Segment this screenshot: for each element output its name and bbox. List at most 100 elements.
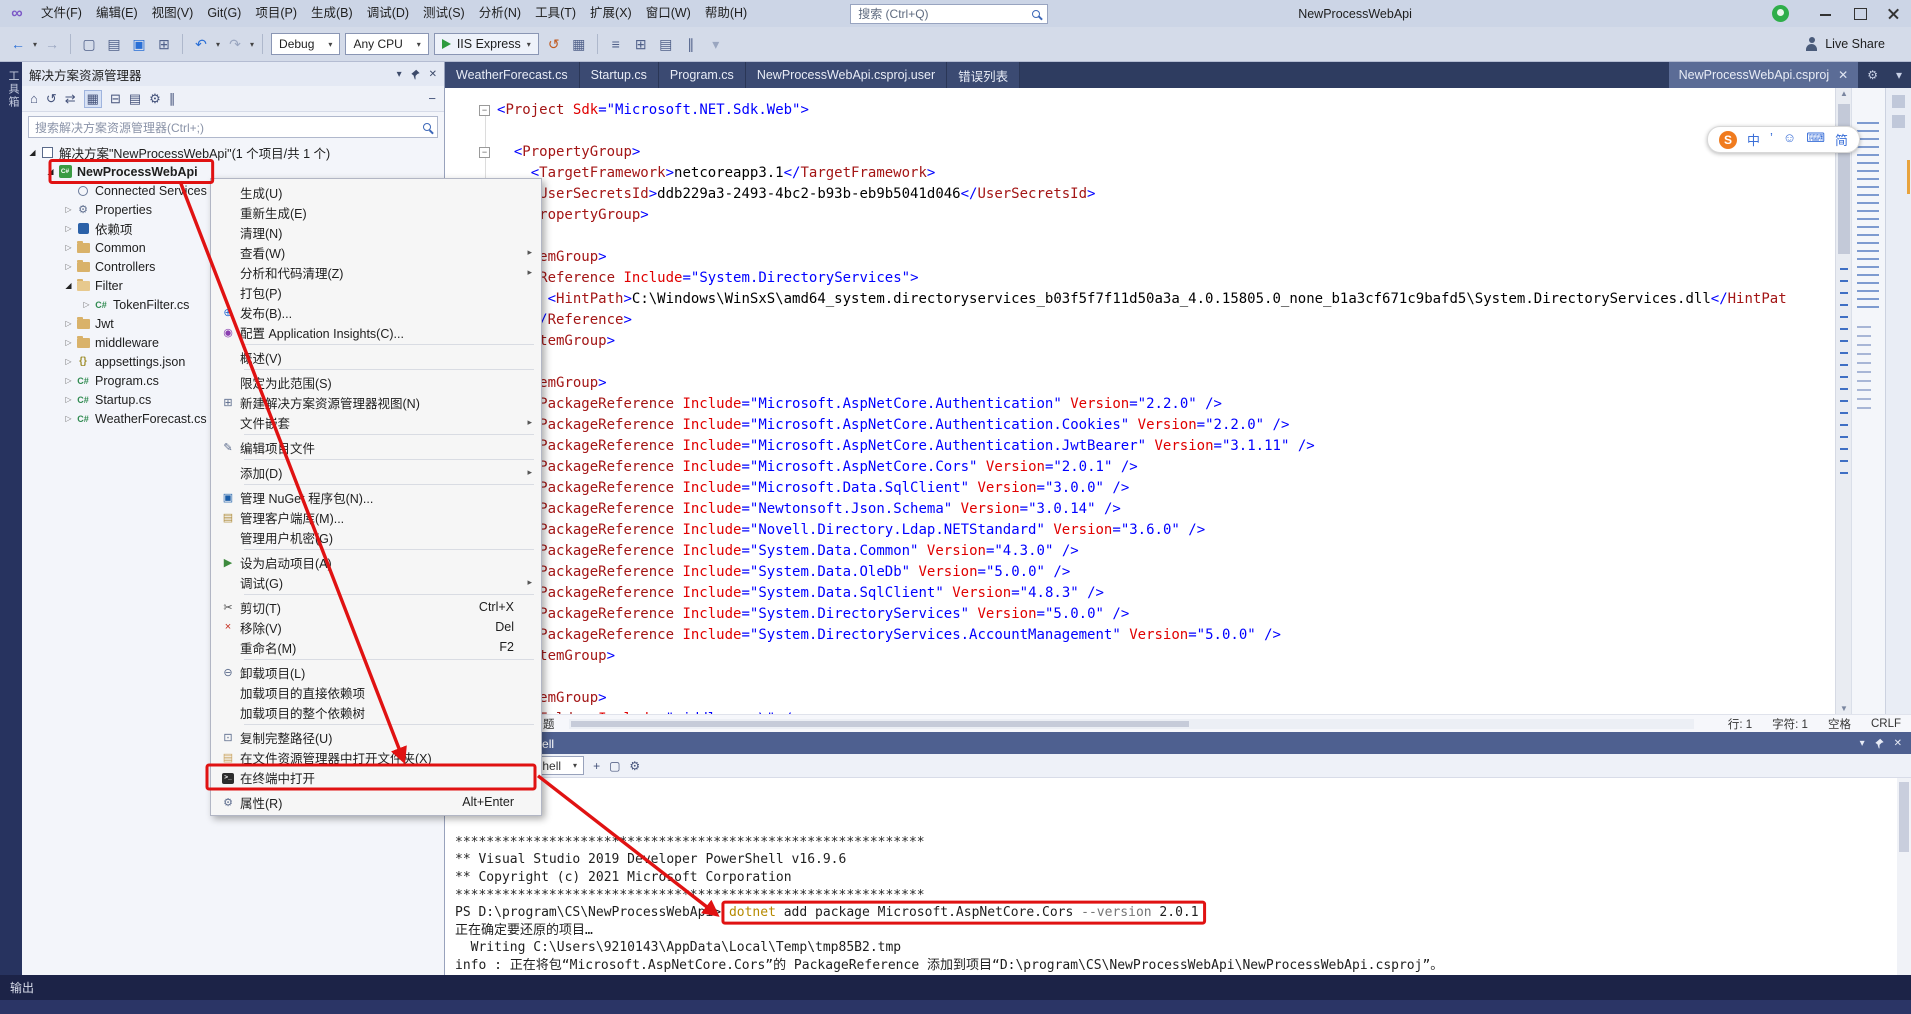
expander-icon[interactable]: ▷ xyxy=(62,338,75,347)
close-panel-icon[interactable]: ✕ xyxy=(429,69,437,80)
window-position-icon[interactable]: ▾ xyxy=(397,69,402,80)
expander-icon[interactable]: ▷ xyxy=(62,414,75,423)
collapse-box-icon[interactable]: − xyxy=(479,147,490,158)
scroll-down-icon[interactable]: ▼ xyxy=(1836,704,1852,713)
ime-toolbar[interactable]: S 中 ’ ☺ ⌨ 简 xyxy=(1707,126,1860,153)
menubar-item[interactable]: 项目(P) xyxy=(248,0,304,27)
document-minimap[interactable] xyxy=(1851,88,1885,714)
context-menu-item[interactable]: ⚙ 属性(R) Alt+Enter xyxy=(212,792,540,812)
quick-search-box[interactable]: 搜索 (Ctrl+Q) xyxy=(850,3,1049,24)
editor-horizontal-scrollbar[interactable] xyxy=(568,718,1694,729)
menubar-item[interactable]: 窗口(W) xyxy=(639,0,698,27)
expander-icon[interactable]: ▷ xyxy=(62,205,75,214)
tab-options-gear-icon[interactable]: ⚙ xyxy=(1858,62,1887,88)
menubar-item[interactable]: 视图(V) xyxy=(145,0,201,27)
status-spaces[interactable]: 空格 xyxy=(1828,716,1851,732)
new-terminal-icon[interactable]: + xyxy=(593,759,600,773)
hot-reload-icon[interactable]: ↺ xyxy=(544,36,564,53)
collapse-box-icon[interactable]: − xyxy=(479,105,490,116)
context-menu-item[interactable]: 限定为此范围(S) xyxy=(212,372,540,392)
menubar-item[interactable]: 扩展(X) xyxy=(583,0,639,27)
status-column[interactable]: 字符: 1 xyxy=(1772,716,1808,732)
context-menu-item[interactable]: 文件嵌套 ▸ xyxy=(212,412,540,432)
document-tab[interactable]: NewProcessWebApi.csproj.user xyxy=(745,62,948,88)
context-menu-item[interactable]: 加载项目的直接依赖项 xyxy=(212,682,540,702)
menubar-item[interactable]: 文件(F) xyxy=(34,0,89,27)
context-menu-item[interactable]: ⊡ 复制完整路径(U) xyxy=(212,727,540,747)
document-tab[interactable]: WeatherForecast.cs xyxy=(445,62,580,88)
sogou-logo-icon[interactable]: S xyxy=(1719,130,1737,149)
expander-icon[interactable]: ▷ xyxy=(62,319,75,328)
open-file-icon[interactable]: ▤ xyxy=(104,36,124,53)
context-menu-item[interactable]: ⊕ 发布(B)... xyxy=(212,302,540,322)
context-menu-item[interactable]: ▶ 设为启动项目(A) xyxy=(212,552,540,572)
context-menu-item[interactable]: ▤ 管理客户端库(M)... xyxy=(212,507,540,527)
close-panel-icon[interactable]: ✕ xyxy=(1894,738,1902,749)
context-menu-item[interactable]: ✂ 剪切(T) Ctrl+X xyxy=(212,597,540,617)
editor-vertical-scrollbar[interactable]: ▲ ▼ xyxy=(1835,88,1851,714)
undo-dropdown-icon[interactable]: ▾ xyxy=(216,40,220,49)
scroll-up-icon[interactable]: ▲ xyxy=(1836,89,1852,98)
terminal-output[interactable]: ****************************************… xyxy=(445,778,1911,975)
expander-icon[interactable]: ▷ xyxy=(80,300,93,309)
terminal-settings-gear-icon[interactable]: ⚙ xyxy=(629,759,640,773)
context-menu-item[interactable]: ◉ 配置 Application Insights(C)... xyxy=(212,322,540,342)
menubar-item[interactable]: 编辑(E) xyxy=(89,0,145,27)
save-icon[interactable]: ▣ xyxy=(129,36,149,53)
switch-views-icon[interactable]: ⇄ xyxy=(65,91,76,107)
code-text[interactable]: <Project Sdk="Microsoft.NET.Sdk.Web"> <P… xyxy=(497,100,1833,714)
find-in-files-icon[interactable]: ▦ xyxy=(569,36,589,53)
navigate-back-icon[interactable]: ← xyxy=(8,36,28,52)
document-tab[interactable]: Program.cs xyxy=(658,62,746,88)
status-eol[interactable]: CRLF xyxy=(1871,718,1901,730)
context-menu-item[interactable]: 清理(N) xyxy=(212,222,540,242)
output-label[interactable]: 输出 xyxy=(10,979,34,996)
menubar-item[interactable]: 调试(D) xyxy=(360,0,416,27)
preview-icon[interactable]: ∥ xyxy=(169,91,176,107)
context-menu-item[interactable]: >_ 在终端中打开 xyxy=(212,767,540,787)
menubar-item[interactable]: 测试(S) xyxy=(416,0,472,27)
split-terminal-icon[interactable]: ▢ xyxy=(609,759,620,773)
account-avatar[interactable] xyxy=(1772,5,1789,22)
home-icon[interactable]: ⌂ xyxy=(30,91,38,106)
pin-icon[interactable] xyxy=(1874,738,1885,749)
window-position-icon[interactable]: ▾ xyxy=(1860,738,1865,749)
ime-item[interactable]: 中 xyxy=(1747,130,1760,149)
document-tab[interactable]: Startup.cs xyxy=(579,62,659,88)
expander-icon[interactable]: ▷ xyxy=(62,243,75,252)
context-menu-item[interactable]: 添加(D) ▸ xyxy=(212,462,540,482)
solution-search-box[interactable]: 搜索解决方案资源管理器(Ctrl+;) xyxy=(28,116,438,138)
code-editor[interactable]: − − − − − <Project Sdk="Microsoft.NET.Sd… xyxy=(445,88,1911,714)
context-menu-item[interactable]: 查看(W) ▸ xyxy=(212,242,540,262)
menubar-item[interactable]: 分析(N) xyxy=(472,0,528,27)
document-tab[interactable]: 错误列表 xyxy=(947,62,1021,88)
tab-active-csproj[interactable]: NewProcessWebApi.csproj ✕ xyxy=(1668,62,1859,88)
toolbar-overflow-icon[interactable]: − xyxy=(428,91,436,106)
show-all-files-icon[interactable]: ▤ xyxy=(129,91,141,107)
context-menu-item[interactable]: ⊖ 卸载项目(L) xyxy=(212,662,540,682)
toolbox-vertical-tab[interactable]: 工具箱 xyxy=(5,70,21,109)
expander-icon[interactable]: ◢ xyxy=(26,148,39,157)
ime-item[interactable]: ☺ xyxy=(1783,130,1796,149)
pin-icon[interactable] xyxy=(410,69,421,80)
comment-icon[interactable]: ▤ xyxy=(656,36,676,53)
close-tab-icon[interactable]: ✕ xyxy=(1838,68,1848,82)
context-menu-item[interactable]: ▤ 在文件资源管理器中打开文件夹(X) xyxy=(212,747,540,767)
minimize-button[interactable] xyxy=(1809,0,1843,27)
context-menu-item[interactable]: ✎ 编辑项目文件 xyxy=(212,437,540,457)
properties-icon[interactable]: ⚙ xyxy=(149,91,161,107)
dock-icon[interactable] xyxy=(1892,95,1905,108)
menubar-item[interactable]: 帮助(H) xyxy=(698,0,754,27)
terminal-scrollbar[interactable] xyxy=(1897,778,1911,975)
expander-icon[interactable]: ▷ xyxy=(62,224,75,233)
expander-icon[interactable]: ◢ xyxy=(62,281,75,290)
new-file-icon[interactable]: ▢ xyxy=(79,36,99,53)
debug-configuration-dropdown[interactable]: Debug ▾ xyxy=(271,33,341,55)
context-menu-item[interactable]: 生成(U) xyxy=(212,182,540,202)
context-menu-item[interactable]: 加载项目的整个依赖树 xyxy=(212,702,540,722)
expander-icon[interactable]: ▷ xyxy=(62,376,75,385)
context-menu-item[interactable]: 重新生成(E) xyxy=(212,202,540,222)
tab-list-chevron-icon[interactable]: ▾ xyxy=(1887,62,1911,88)
refresh-icon[interactable]: ↺ xyxy=(46,91,57,107)
platform-dropdown[interactable]: Any CPU ▾ xyxy=(345,33,429,55)
